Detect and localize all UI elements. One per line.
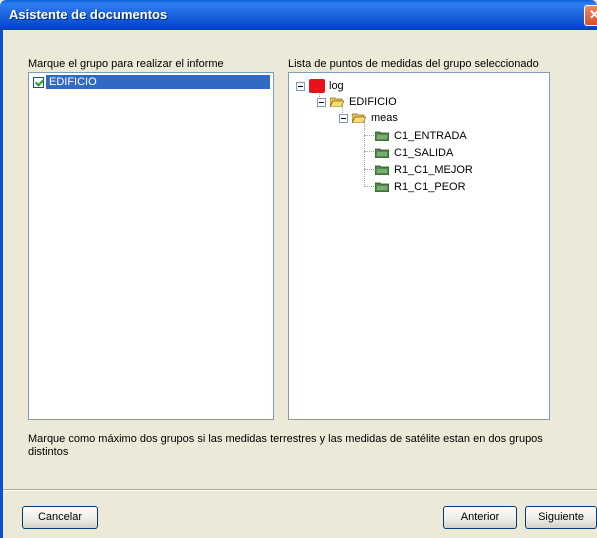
instruction-note: Marque como máximo dos grupos si las med…: [28, 433, 543, 458]
measure-points-tree[interactable]: log EDIFICIO meas C1_ENTRADA C1_SALIDA R…: [288, 72, 550, 420]
footer-separator: [3, 489, 597, 491]
tree-node-meas[interactable]: meas: [339, 111, 398, 125]
measure-point-icon: [375, 182, 389, 192]
measure-point-item[interactable]: R1_C1_PEOR: [375, 180, 466, 194]
next-button[interactable]: Siguiente: [525, 506, 597, 529]
measure-point-icon: [375, 165, 389, 175]
measure-point-icon: [375, 148, 389, 158]
group-list[interactable]: EDIFICIO: [28, 72, 274, 420]
log-root-icon: [309, 79, 325, 93]
group-item-label[interactable]: EDIFICIO: [49, 76, 97, 88]
group-list-label: Marque el grupo para realizar el informe: [28, 58, 224, 70]
measure-points-label: Lista de puntos de medidas del grupo sel…: [288, 58, 539, 70]
measure-point-icon: [375, 131, 389, 141]
open-folder-icon: [352, 113, 366, 123]
tree-node-label: EDIFICIO: [349, 96, 397, 108]
window-frame: [0, 30, 3, 538]
previous-button[interactable]: Anterior: [443, 506, 517, 529]
tree-connector: [364, 186, 374, 187]
tree-connector: [364, 121, 365, 187]
measure-point-label: R1_C1_PEOR: [394, 181, 466, 193]
measure-point-label: C1_SALIDA: [394, 147, 454, 159]
measure-point-item[interactable]: C1_SALIDA: [375, 146, 453, 160]
checkbox-checked-icon[interactable]: [33, 77, 44, 88]
tree-node-log[interactable]: log: [296, 79, 344, 93]
window-title: Asistente de documentos: [9, 7, 168, 22]
tree-connector: [364, 151, 374, 152]
tree-connector: [364, 135, 374, 136]
tree-node-label: log: [329, 80, 344, 92]
measure-point-label: R1_C1_MEJOR: [394, 164, 473, 176]
tree-connector: [364, 169, 374, 170]
tree-node-edificio[interactable]: EDIFICIO: [317, 95, 397, 109]
open-folder-icon: [330, 97, 344, 107]
collapse-icon[interactable]: [296, 81, 305, 91]
tree-node-label: meas: [371, 112, 398, 124]
cancel-button[interactable]: Cancelar: [22, 506, 98, 529]
measure-point-item[interactable]: R1_C1_MEJOR: [375, 163, 473, 177]
title-bar: Asistente de documentos: [0, 0, 597, 30]
close-icon[interactable]: ✕: [584, 5, 597, 26]
measure-point-item[interactable]: C1_ENTRADA: [375, 129, 467, 143]
collapse-icon[interactable]: [317, 97, 326, 107]
group-item-edificio[interactable]: [33, 76, 46, 89]
measure-point-label: C1_ENTRADA: [394, 130, 467, 142]
collapse-icon[interactable]: [339, 113, 348, 123]
